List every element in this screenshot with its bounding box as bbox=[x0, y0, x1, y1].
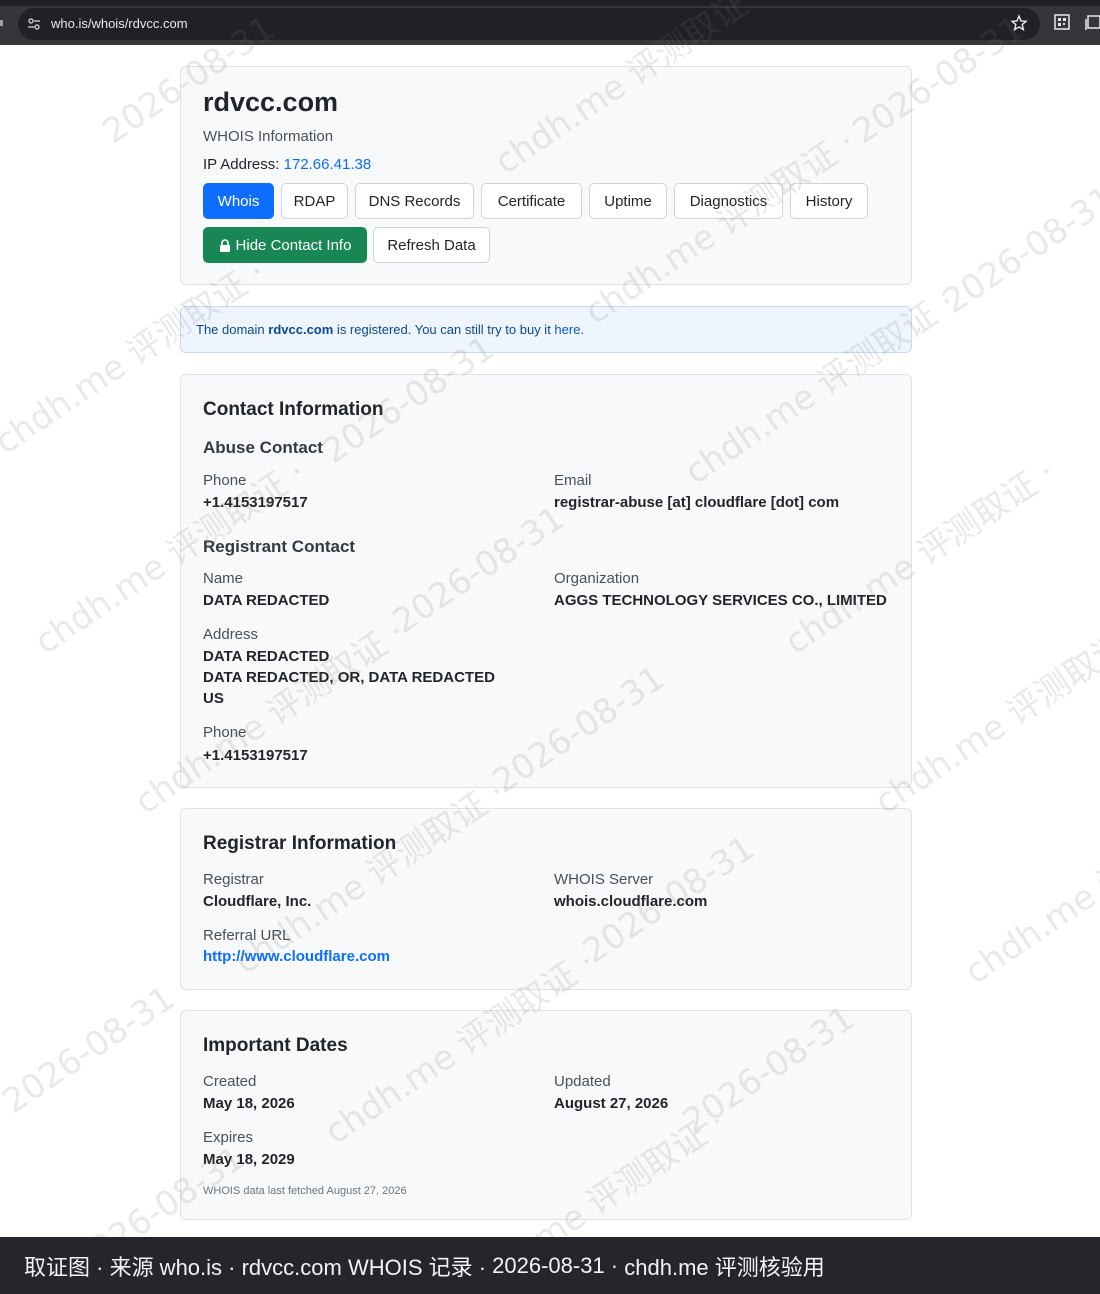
hide-contact-label: Hide Contact Info bbox=[235, 236, 352, 254]
contact-information-card: Contact Information Abuse Contact Phone … bbox=[180, 374, 912, 788]
footer-item: 来源 who.is · bbox=[109, 1254, 242, 1280]
alert-prefix: The domain bbox=[196, 322, 269, 337]
registrant-phone-label: Phone bbox=[203, 724, 247, 741]
footer-item: chdh.me 评测核验用 bbox=[624, 1254, 825, 1280]
alert-middle: is registered. You can still try to buy … bbox=[333, 322, 555, 337]
bookmark-star-icon[interactable] bbox=[1010, 14, 1028, 32]
contact-section-title: Contact Information bbox=[203, 399, 384, 420]
tab-history[interactable]: History bbox=[790, 183, 868, 219]
referral-url-label: Referral URL bbox=[203, 927, 291, 944]
last-fetched-note: WHOIS data last fetched August 27, 2026 bbox=[203, 1185, 407, 1197]
registrant-address-line-2: DATA REDACTED, OR, DATA REDACTED bbox=[203, 669, 495, 686]
created-label: Created bbox=[203, 1073, 257, 1090]
registrant-phone-value: +1.4153197517 bbox=[203, 747, 308, 764]
ip-address-link[interactable]: 172.66.41.38 bbox=[284, 156, 372, 173]
ip-address-line: IP Address: 172.66.41.38 bbox=[203, 156, 371, 173]
domain-header-card: rdvcc.com WHOIS Information IP Address: … bbox=[180, 66, 912, 285]
tab-strip bbox=[0, 0, 1100, 6]
important-dates-card: Important Dates Created May 18, 2026 Upd… bbox=[180, 1010, 912, 1220]
alert-domain: rdvcc.com bbox=[268, 322, 334, 337]
registrant-address-line-1: DATA REDACTED bbox=[203, 648, 330, 665]
registrant-org-label: Organization bbox=[554, 570, 640, 587]
tab-dns-records[interactable]: DNS Records bbox=[355, 183, 474, 219]
updated-label: Updated bbox=[554, 1073, 611, 1090]
hide-contact-button[interactable]: Hide Contact Info bbox=[203, 227, 367, 263]
watermark-date: 2026-08-31 bbox=[935, 178, 1100, 322]
tab-uptime[interactable]: Uptime bbox=[589, 183, 667, 219]
footer-item: 2026-08-31 · bbox=[492, 1252, 625, 1278]
registrant-org-value: AGGS TECHNOLOGY SERVICES CO., LIMITED bbox=[554, 592, 887, 609]
watermark-date: 2026-08-31 bbox=[0, 978, 182, 1122]
lock-icon bbox=[219, 238, 230, 252]
address-bar[interactable]: who.is/whois/rdvcc.com bbox=[18, 8, 1040, 40]
window-icon[interactable] bbox=[1085, 14, 1100, 30]
referral-url-link[interactable]: http://www.cloudflare.com bbox=[203, 948, 390, 965]
abuse-phone-value: +1.4153197517 bbox=[203, 494, 308, 511]
browser-toolbar: who.is/whois/rdvcc.com bbox=[0, 0, 1100, 45]
footer-item: 取证图 · bbox=[24, 1254, 110, 1280]
alert-suffix: . bbox=[580, 322, 585, 337]
registrant-contact-title: Registrant Contact bbox=[203, 537, 356, 556]
abuse-phone-label: Phone bbox=[203, 472, 247, 489]
registrant-address-line-3: US bbox=[203, 690, 224, 707]
registrant-address-label: Address bbox=[203, 626, 259, 643]
tab-certificate[interactable]: Certificate bbox=[481, 183, 582, 219]
evidence-footer-bar: 取证图 · 来源 who.is · rdvcc.com WHOIS 记录 · 2… bbox=[0, 1237, 1100, 1294]
expires-value: May 18, 2029 bbox=[203, 1151, 295, 1168]
url-text[interactable]: who.is/whois/rdvcc.com bbox=[51, 16, 188, 32]
registrant-name-label: Name bbox=[203, 570, 244, 587]
registrar-value: Cloudflare, Inc. bbox=[203, 893, 312, 910]
expires-label: Expires bbox=[203, 1129, 254, 1146]
site-info-icon[interactable] bbox=[26, 16, 42, 32]
abuse-email-value: registrar-abuse [at] cloudflare [dot] co… bbox=[554, 494, 840, 511]
refresh-data-button[interactable]: Refresh Data bbox=[373, 227, 490, 263]
abuse-email-label: Email bbox=[554, 472, 592, 489]
updated-value: August 27, 2026 bbox=[554, 1095, 669, 1112]
whois-server-value: whois.cloudflare.com bbox=[554, 893, 708, 910]
watermark-site: chdh.me 评测取证 · bbox=[957, 782, 1100, 993]
footer-item: rdvcc.com WHOIS 记录 · bbox=[241, 1254, 493, 1280]
page-subtitle: WHOIS Information bbox=[203, 128, 334, 145]
dates-section-title: Important Dates bbox=[203, 1035, 348, 1056]
alert-buy-link[interactable]: here bbox=[554, 322, 580, 337]
back-edge-icon[interactable] bbox=[0, 20, 3, 26]
tab-rdap[interactable]: RDAP bbox=[281, 183, 348, 219]
abuse-contact-title: Abuse Contact bbox=[203, 438, 323, 457]
registered-alert: The domain rdvcc.com is registered. You … bbox=[180, 306, 912, 353]
created-value: May 18, 2026 bbox=[203, 1095, 295, 1112]
registrar-label: Registrar bbox=[203, 871, 264, 888]
whois-server-label: WHOIS Server bbox=[554, 871, 654, 888]
ip-label: IP Address: bbox=[203, 156, 280, 173]
tab-whois[interactable]: Whois bbox=[203, 183, 274, 219]
extension-qr-icon[interactable] bbox=[1054, 14, 1070, 30]
registrar-information-card: Registrar Information Registrar Cloudfla… bbox=[180, 808, 912, 990]
registrar-section-title: Registrar Information bbox=[203, 833, 397, 854]
registrant-name-value: DATA REDACTED bbox=[203, 592, 330, 609]
domain-title: rdvcc.com bbox=[203, 87, 339, 117]
tab-diagnostics[interactable]: Diagnostics bbox=[674, 183, 783, 219]
